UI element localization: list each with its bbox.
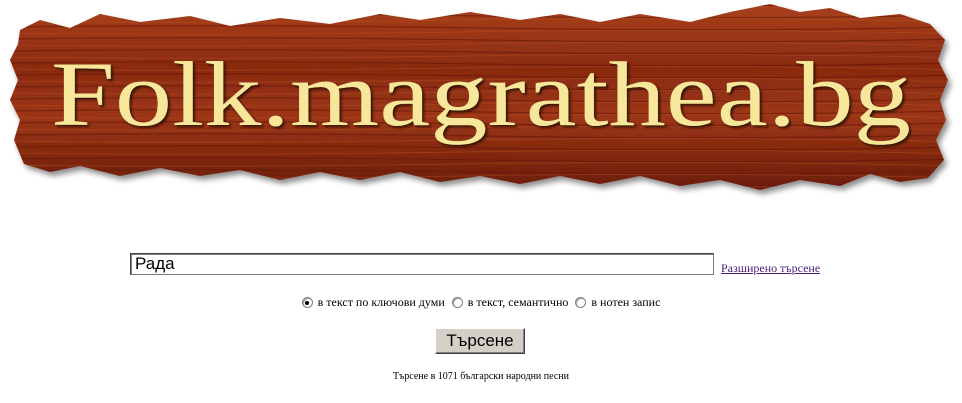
search-mode-notation[interactable]: в нотен запис bbox=[575, 295, 660, 310]
search-mode-keywords[interactable]: в текст по ключови думи bbox=[301, 295, 445, 310]
site-logo: Folk.magrathea.bg bbox=[10, 4, 948, 190]
radio-semantic-label: в текст, семантично bbox=[467, 295, 569, 309]
page: Folk.magrathea.bg Разширено търсене в те… bbox=[0, 0, 962, 403]
radio-notation-label: в нотен запис bbox=[591, 295, 661, 309]
radio-keywords[interactable] bbox=[301, 297, 313, 308]
advanced-search-link[interactable]: Разширено търсене bbox=[721, 261, 820, 276]
search-button[interactable]: Търсене bbox=[435, 328, 525, 354]
logo-text: Folk.magrathea.bg bbox=[51, 43, 911, 145]
song-count-note: Търсене в 1071 български народни песни bbox=[393, 371, 569, 382]
search-mode-semantic[interactable]: в текст, семантично bbox=[451, 295, 569, 310]
radio-semantic[interactable] bbox=[451, 297, 463, 308]
radio-notation[interactable] bbox=[575, 297, 587, 308]
search-mode-group: в текст по ключови думи в текст, семанти… bbox=[0, 295, 962, 312]
search-input[interactable] bbox=[130, 253, 714, 275]
radio-keywords-label: в текст по ключови думи bbox=[317, 295, 445, 309]
